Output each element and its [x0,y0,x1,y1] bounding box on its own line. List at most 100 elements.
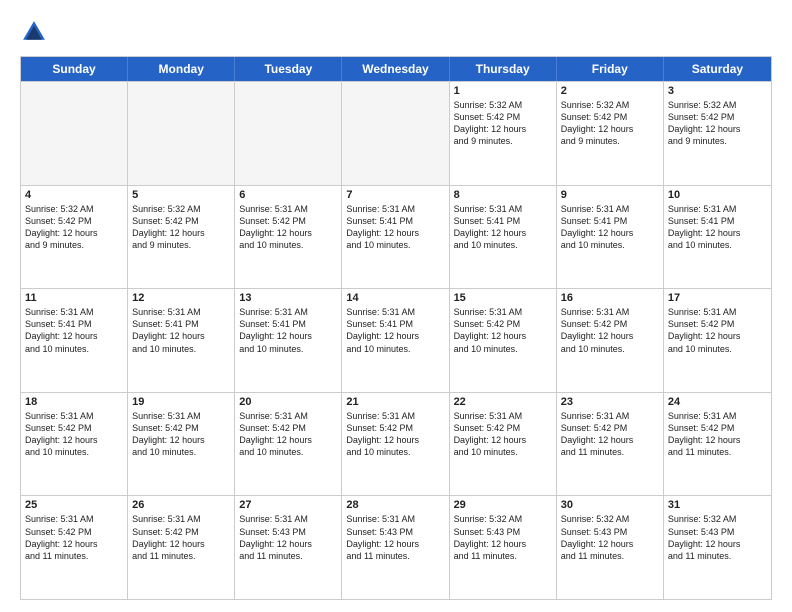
calendar-header: SundayMondayTuesdayWednesdayThursdayFrid… [21,57,771,81]
day-info: Sunrise: 5:31 AM Sunset: 5:42 PM Dayligh… [239,203,337,252]
day-number: 31 [668,499,767,511]
day-info: Sunrise: 5:31 AM Sunset: 5:41 PM Dayligh… [561,203,659,252]
day-number: 2 [561,85,659,97]
calendar-row-4: 18 Sunrise: 5:31 AM Sunset: 5:42 PM Dayli… [21,392,771,496]
header-day-saturday: Saturday [664,57,771,81]
calendar-cell: 18 Sunrise: 5:31 AM Sunset: 5:42 PM Dayli… [21,393,128,496]
logo [20,18,52,46]
day-info: Sunrise: 5:31 AM Sunset: 5:41 PM Dayligh… [25,306,123,355]
header-day-thursday: Thursday [450,57,557,81]
logo-icon [20,18,48,46]
header [20,18,772,46]
page: SundayMondayTuesdayWednesdayThursdayFrid… [0,0,792,612]
calendar-cell [128,82,235,185]
calendar-cell: 29 Sunrise: 5:32 AM Sunset: 5:43 PM Dayli… [450,496,557,599]
day-info: Sunrise: 5:31 AM Sunset: 5:41 PM Dayligh… [454,203,552,252]
calendar-cell: 9 Sunrise: 5:31 AM Sunset: 5:41 PM Daylig… [557,186,664,289]
calendar-cell: 10 Sunrise: 5:31 AM Sunset: 5:41 PM Dayli… [664,186,771,289]
day-number: 30 [561,499,659,511]
day-info: Sunrise: 5:32 AM Sunset: 5:43 PM Dayligh… [454,513,552,562]
day-info: Sunrise: 5:31 AM Sunset: 5:42 PM Dayligh… [346,410,444,459]
day-number: 21 [346,396,444,408]
day-number: 20 [239,396,337,408]
day-number: 3 [668,85,767,97]
calendar-cell: 25 Sunrise: 5:31 AM Sunset: 5:42 PM Dayli… [21,496,128,599]
day-info: Sunrise: 5:32 AM Sunset: 5:42 PM Dayligh… [668,99,767,148]
day-info: Sunrise: 5:32 AM Sunset: 5:42 PM Dayligh… [454,99,552,148]
header-day-wednesday: Wednesday [342,57,449,81]
day-info: Sunrise: 5:31 AM Sunset: 5:42 PM Dayligh… [561,306,659,355]
day-info: Sunrise: 5:31 AM Sunset: 5:41 PM Dayligh… [668,203,767,252]
calendar-cell: 16 Sunrise: 5:31 AM Sunset: 5:42 PM Dayli… [557,289,664,392]
calendar-cell: 6Sunrise: 5:31 AM Sunset: 5:42 PM Daylig… [235,186,342,289]
day-number: 22 [454,396,552,408]
day-info: Sunrise: 5:31 AM Sunset: 5:41 PM Dayligh… [346,203,444,252]
calendar-cell: 4Sunrise: 5:32 AM Sunset: 5:42 PM Daylig… [21,186,128,289]
day-info: Sunrise: 5:32 AM Sunset: 5:42 PM Dayligh… [132,203,230,252]
day-number: 13 [239,292,337,304]
calendar-cell: 17Sunrise: 5:31 AM Sunset: 5:42 PM Dayli… [664,289,771,392]
calendar-cell: 27Sunrise: 5:31 AM Sunset: 5:43 PM Dayli… [235,496,342,599]
day-info: Sunrise: 5:31 AM Sunset: 5:42 PM Dayligh… [454,306,552,355]
header-day-tuesday: Tuesday [235,57,342,81]
day-number: 24 [668,396,767,408]
calendar-row-5: 25 Sunrise: 5:31 AM Sunset: 5:42 PM Dayli… [21,495,771,599]
calendar-row-3: 11 Sunrise: 5:31 AM Sunset: 5:41 PM Dayli… [21,288,771,392]
day-number: 8 [454,189,552,201]
day-info: Sunrise: 5:31 AM Sunset: 5:42 PM Dayligh… [668,410,767,459]
day-number: 29 [454,499,552,511]
day-number: 12 [132,292,230,304]
calendar-cell: 3 Sunrise: 5:32 AM Sunset: 5:42 PM Daylig… [664,82,771,185]
day-number: 10 [668,189,767,201]
calendar-row-1: 1 Sunrise: 5:32 AM Sunset: 5:42 PM Daylig… [21,81,771,185]
calendar-cell: 12 Sunrise: 5:31 AM Sunset: 5:41 PM Dayli… [128,289,235,392]
day-number: 4 [25,189,123,201]
calendar-cell: 30Sunrise: 5:32 AM Sunset: 5:43 PM Dayli… [557,496,664,599]
day-info: Sunrise: 5:31 AM Sunset: 5:42 PM Dayligh… [132,513,230,562]
calendar-cell: 8 Sunrise: 5:31 AM Sunset: 5:41 PM Daylig… [450,186,557,289]
header-day-friday: Friday [557,57,664,81]
calendar-cell: 31 Sunrise: 5:32 AM Sunset: 5:43 PM Dayli… [664,496,771,599]
day-info: Sunrise: 5:31 AM Sunset: 5:42 PM Dayligh… [132,410,230,459]
calendar-cell: 24 Sunrise: 5:31 AM Sunset: 5:42 PM Dayli… [664,393,771,496]
calendar-cell: 11 Sunrise: 5:31 AM Sunset: 5:41 PM Dayli… [21,289,128,392]
calendar-cell [342,82,449,185]
day-number: 7 [346,189,444,201]
day-number: 14 [346,292,444,304]
day-info: Sunrise: 5:31 AM Sunset: 5:42 PM Dayligh… [25,410,123,459]
day-number: 25 [25,499,123,511]
calendar-cell: 15 Sunrise: 5:31 AM Sunset: 5:42 PM Dayli… [450,289,557,392]
calendar-cell: 1 Sunrise: 5:32 AM Sunset: 5:42 PM Daylig… [450,82,557,185]
day-number: 15 [454,292,552,304]
day-number: 11 [25,292,123,304]
calendar-cell: 19 Sunrise: 5:31 AM Sunset: 5:42 PM Dayli… [128,393,235,496]
day-number: 23 [561,396,659,408]
day-info: Sunrise: 5:31 AM Sunset: 5:42 PM Dayligh… [25,513,123,562]
day-number: 1 [454,85,552,97]
calendar: SundayMondayTuesdayWednesdayThursdayFrid… [20,56,772,600]
day-number: 17 [668,292,767,304]
day-info: Sunrise: 5:32 AM Sunset: 5:43 PM Dayligh… [668,513,767,562]
calendar-row-2: 4 Sunrise: 5:32 AM Sunset: 5:42 PM Daylig… [21,185,771,289]
day-info: Sunrise: 5:32 AM Sunset: 5:42 PM Dayligh… [561,99,659,148]
calendar-cell: 21 Sunrise: 5:31 AM Sunset: 5:42 PM Dayli… [342,393,449,496]
calendar-body: 1 Sunrise: 5:32 AM Sunset: 5:42 PM Daylig… [21,81,771,599]
calendar-cell: 13 Sunrise: 5:31 AM Sunset: 5:41 PM Dayli… [235,289,342,392]
header-day-sunday: Sunday [21,57,128,81]
day-number: 9 [561,189,659,201]
day-number: 26 [132,499,230,511]
day-info: Sunrise: 5:31 AM Sunset: 5:41 PM Dayligh… [239,306,337,355]
day-number: 28 [346,499,444,511]
day-info: Sunrise: 5:31 AM Sunset: 5:43 PM Dayligh… [346,513,444,562]
calendar-cell: 5Sunrise: 5:32 AM Sunset: 5:42 PM Daylig… [128,186,235,289]
calendar-cell [235,82,342,185]
day-number: 18 [25,396,123,408]
day-info: Sunrise: 5:31 AM Sunset: 5:41 PM Dayligh… [132,306,230,355]
day-info: Sunrise: 5:31 AM Sunset: 5:42 PM Dayligh… [454,410,552,459]
calendar-cell: 28 Sunrise: 5:31 AM Sunset: 5:43 PM Dayli… [342,496,449,599]
day-number: 19 [132,396,230,408]
day-info: Sunrise: 5:31 AM Sunset: 5:41 PM Dayligh… [346,306,444,355]
day-number: 16 [561,292,659,304]
day-number: 27 [239,499,337,511]
calendar-cell: 20Sunrise: 5:31 AM Sunset: 5:42 PM Dayli… [235,393,342,496]
